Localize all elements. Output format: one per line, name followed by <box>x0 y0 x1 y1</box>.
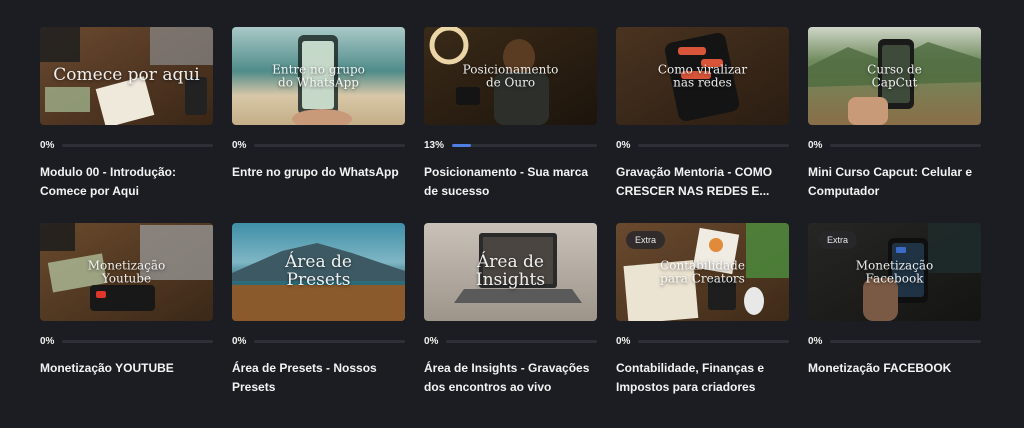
progress-percent: 0% <box>808 335 823 347</box>
module-card-whatsapp[interactable]: Entre no grupo do WhatsApp 0% Entre no g… <box>232 27 405 223</box>
progress-bar <box>62 143 213 147</box>
thumbnail-title: Contabilidade para Creators <box>660 258 745 285</box>
progress-row: 0% <box>424 335 597 347</box>
progress-bar <box>446 339 597 343</box>
progress-row: 0% <box>808 335 981 347</box>
module-card-posicionamento[interactable]: Posicionamento de Ouro 13% Posicionament… <box>424 27 597 223</box>
module-thumbnail[interactable]: Como viralizar nas redes <box>616 27 789 125</box>
thumbnail-title: Curso de CapCut <box>867 62 922 89</box>
progress-percent: 0% <box>616 335 631 347</box>
module-title[interactable]: Entre no grupo do WhatsApp <box>232 163 405 182</box>
thumbnail-title: Como viralizar nas redes <box>657 62 748 89</box>
module-title[interactable]: Contabilidade, Finanças e Impostos para … <box>616 359 789 397</box>
module-thumbnail[interactable]: Área de Presets <box>232 223 405 321</box>
module-title[interactable]: Mini Curso Capcut: Celular e Computador <box>808 163 981 201</box>
thumbnail-title: Posicionamento de Ouro <box>462 62 559 89</box>
progress-percent: 0% <box>808 139 823 151</box>
module-thumbnail[interactable]: Monetização Youtube <box>40 223 213 321</box>
thumbnail-title: Monetização Facebook <box>855 258 934 285</box>
progress-percent: 0% <box>232 139 247 151</box>
progress-bar <box>638 143 789 147</box>
progress-row: 0% <box>232 139 405 151</box>
module-title[interactable]: Gravação Mentoria - COMO CRESCER NAS RED… <box>616 163 789 201</box>
module-card-contabilidade[interactable]: Contabilidade para Creators Extra 0% Con… <box>616 223 789 419</box>
progress-row: 13% <box>424 139 597 151</box>
module-title[interactable]: Área de Presets - Nossos Presets <box>232 359 405 397</box>
module-thumbnail[interactable]: Monetização Facebook Extra <box>808 223 981 321</box>
module-card-facebook[interactable]: Monetização Facebook Extra 0% Monetizaçã… <box>808 223 981 419</box>
module-title[interactable]: Modulo 00 - Introdução: Comece por Aqui <box>40 163 213 201</box>
module-card-youtube[interactable]: Monetização Youtube 0% Monetização YOUTU… <box>40 223 213 419</box>
module-card-viralizar[interactable]: Como viralizar nas redes 0% Gravação Men… <box>616 27 789 223</box>
progress-row: 0% <box>40 335 213 347</box>
progress-bar <box>62 339 213 343</box>
module-thumbnail[interactable]: Comece por aqui <box>40 27 213 125</box>
thumbnail-title: Área de Presets <box>285 252 352 290</box>
progress-percent: 0% <box>616 139 631 151</box>
module-thumbnail[interactable]: Curso de CapCut <box>808 27 981 125</box>
thumbnail-title: Monetização Youtube <box>87 258 166 285</box>
progress-bar <box>638 339 789 343</box>
progress-row: 0% <box>808 139 981 151</box>
progress-percent: 0% <box>40 139 55 151</box>
module-grid: Comece por aqui 0% Modulo 00 - Introduçã… <box>40 27 981 419</box>
module-card-intro[interactable]: Comece por aqui 0% Modulo 00 - Introduçã… <box>40 27 213 223</box>
module-thumbnail[interactable]: Área de Insights <box>424 223 597 321</box>
progress-percent: 0% <box>232 335 247 347</box>
module-title[interactable]: Área de Insights - Gravações dos encontr… <box>424 359 597 397</box>
progress-percent: 0% <box>40 335 55 347</box>
extra-badge: Extra <box>626 231 666 249</box>
progress-bar <box>254 339 405 343</box>
progress-row: 0% <box>616 139 789 151</box>
extra-badge: Extra <box>818 231 858 249</box>
module-title[interactable]: Monetização FACEBOOK <box>808 359 981 378</box>
progress-percent: 0% <box>424 335 439 347</box>
thumbnail-title: Entre no grupo do WhatsApp <box>272 62 365 89</box>
progress-bar <box>830 143 981 147</box>
module-title[interactable]: Posicionamento - Sua marca de sucesso <box>424 163 597 201</box>
progress-bar <box>254 143 405 147</box>
module-title[interactable]: Monetização YOUTUBE <box>40 359 213 378</box>
progress-bar <box>452 143 597 147</box>
thumbnail-title: Comece por aqui <box>53 65 200 86</box>
progress-percent: 13% <box>424 139 445 151</box>
module-card-capcut[interactable]: Curso de CapCut 0% Mini Curso Capcut: Ce… <box>808 27 981 223</box>
progress-bar <box>830 339 981 343</box>
thumbnail-title: Área de Insights <box>475 252 546 290</box>
progress-row: 0% <box>616 335 789 347</box>
module-card-presets[interactable]: Área de Presets 0% Área de Presets - Nos… <box>232 223 405 419</box>
module-thumbnail[interactable]: Entre no grupo do WhatsApp <box>232 27 405 125</box>
progress-fill <box>452 143 471 147</box>
module-card-insights[interactable]: Área de Insights 0% Área de Insights - G… <box>424 223 597 419</box>
module-thumbnail[interactable]: Posicionamento de Ouro <box>424 27 597 125</box>
module-thumbnail[interactable]: Contabilidade para Creators Extra <box>616 223 789 321</box>
progress-row: 0% <box>40 139 213 151</box>
progress-row: 0% <box>232 335 405 347</box>
